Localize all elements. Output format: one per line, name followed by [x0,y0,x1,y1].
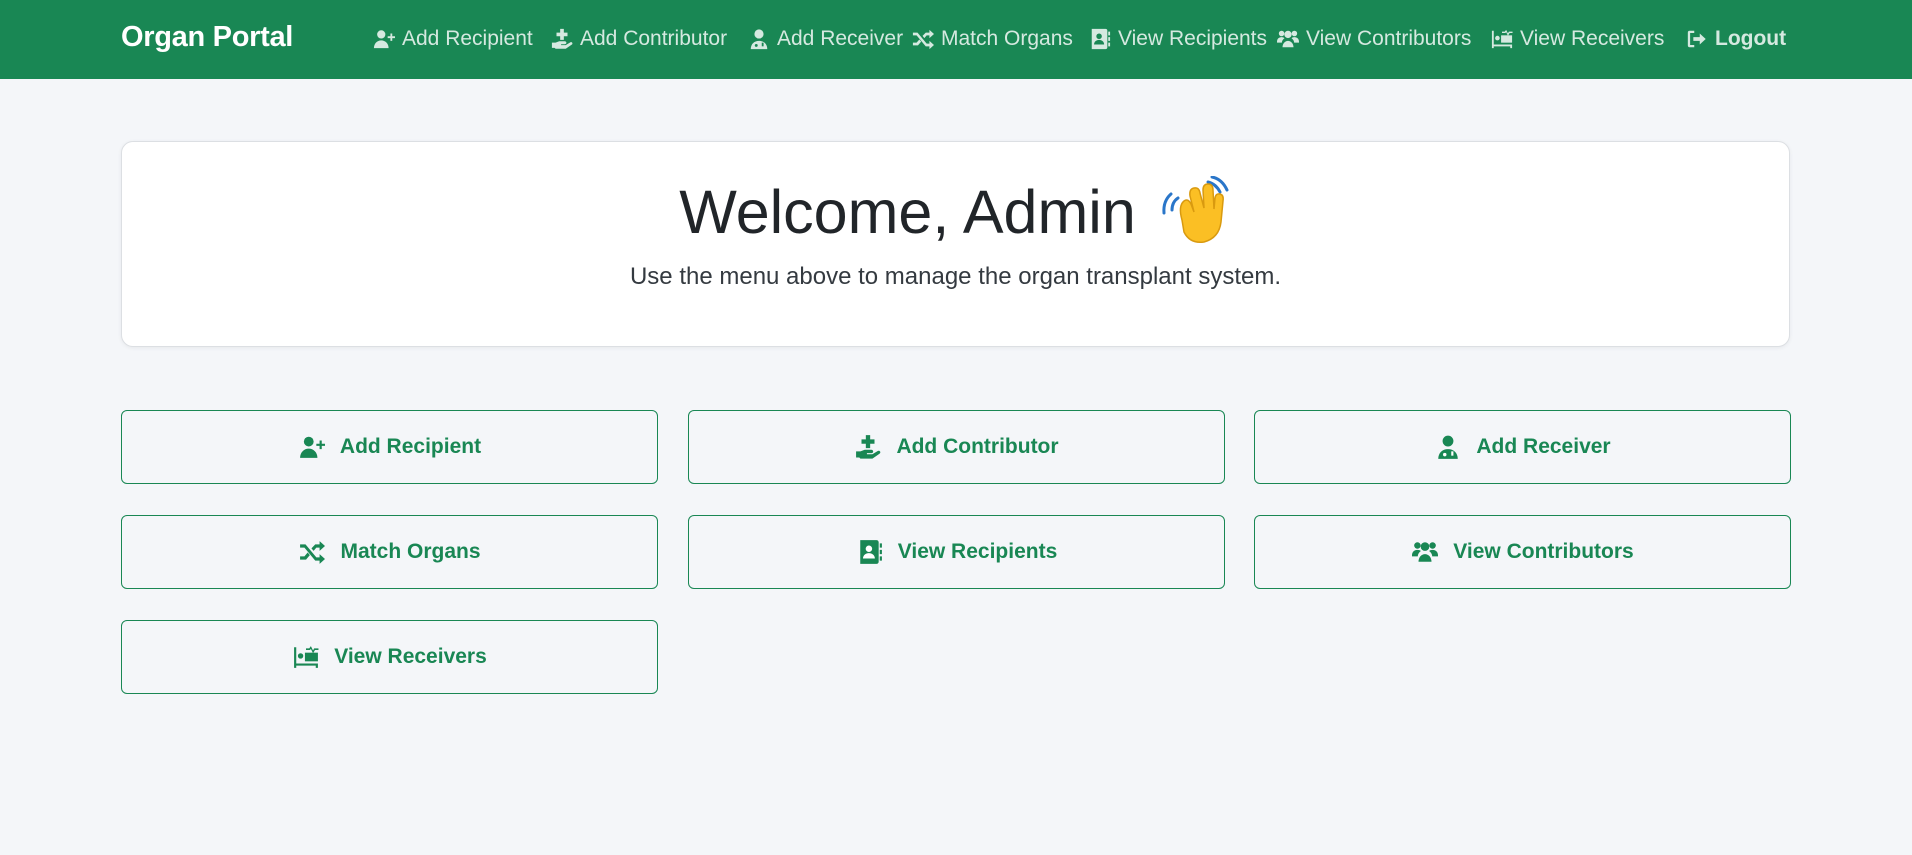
welcome-heading: Welcome, Admin [122,175,1789,252]
nav-item-label: Match Organs [941,27,1073,50]
nav-add-contributor[interactable]: Add Contributor [550,24,727,54]
logout-label: Logout [1715,27,1787,50]
waving-hand-icon [1158,175,1232,246]
button-label: Add Recipient [339,435,482,458]
user-doctor-icon [747,27,771,51]
users-icon [1276,27,1300,51]
welcome-title-text: Welcome, Admin [679,178,1136,246]
nav-item-label: Add Receiver [777,27,904,50]
nav-item-label: View Contributors [1306,27,1472,50]
button-label: View Recipients [897,540,1058,563]
hand-holding-medical-icon [854,433,882,461]
welcome-subtitle: Use the menu above to manage the organ t… [629,263,1282,290]
welcome-card: Welcome, Admin Use the menu above to man… [121,141,1790,347]
logout-button[interactable]: Logout [1685,24,1786,54]
top-navbar: Organ Portal Add Recipient Add Contribut… [0,0,1912,79]
button-label: View Contributors [1453,540,1634,563]
bed-pulse-icon [1490,27,1514,51]
nav-match-organs[interactable]: Match Organs [911,24,1073,54]
brand-logo[interactable]: Organ Portal [121,21,293,54]
shuffle-icon [298,538,326,566]
address-book-icon [1088,27,1112,51]
user-plus-icon [372,27,396,51]
nav-view-recipients[interactable]: View Recipients [1088,24,1267,54]
user-plus-icon [298,433,326,461]
button-label: Add Contributor [896,435,1059,458]
add-contributor-button[interactable]: Add Contributor [688,410,1225,484]
bed-pulse-icon [292,643,320,671]
nav-view-receivers[interactable]: View Receivers [1490,24,1664,54]
shuffle-icon [911,27,935,51]
address-book-icon [856,538,884,566]
match-organs-button[interactable]: Match Organs [121,515,658,589]
button-label: View Receivers [334,645,487,668]
user-doctor-icon [1434,433,1462,461]
nav-item-label: Add Recipient [402,27,533,50]
view-receivers-button[interactable]: View Receivers [121,620,658,694]
add-recipient-button[interactable]: Add Recipient [121,410,658,484]
button-label: Add Receiver [1476,435,1611,458]
nav-view-contributors[interactable]: View Contributors [1276,24,1471,54]
nav-item-label: View Receivers [1520,27,1665,50]
nav-add-receiver[interactable]: Add Receiver [747,24,903,54]
view-recipients-button[interactable]: View Recipients [688,515,1225,589]
logout-icon [1685,27,1709,51]
button-label: Match Organs [340,540,481,563]
users-icon [1411,538,1439,566]
hand-holding-medical-icon [550,27,574,51]
nav-item-label: View Recipients [1118,27,1268,50]
nav-add-recipient[interactable]: Add Recipient [372,24,533,54]
nav-item-label: Add Contributor [580,27,728,50]
view-contributors-button[interactable]: View Contributors [1254,515,1791,589]
add-receiver-button[interactable]: Add Receiver [1254,410,1791,484]
